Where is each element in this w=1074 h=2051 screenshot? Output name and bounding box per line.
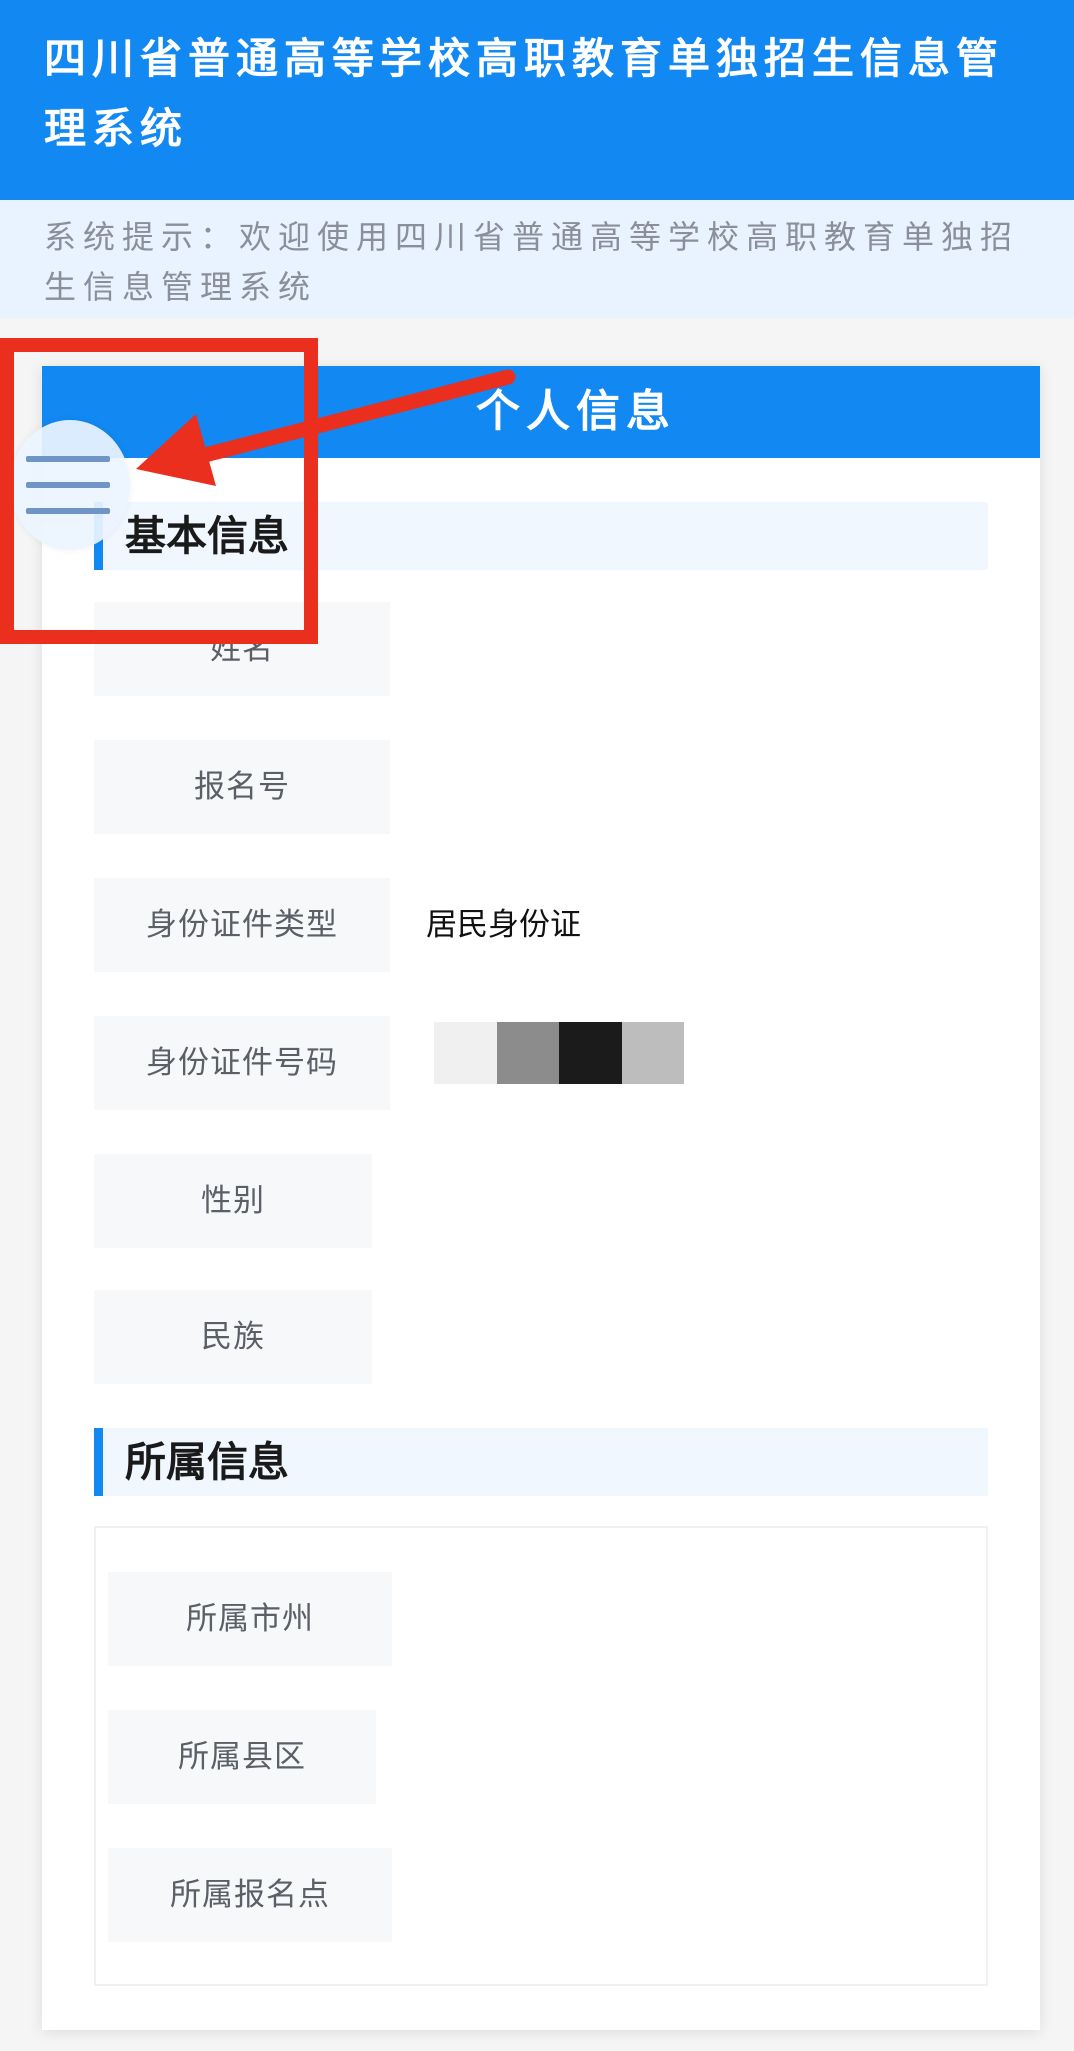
card-title: 个人信息	[476, 386, 676, 437]
system-notice-bar: 系统提示：欢迎使用四川省普通高等学校高职教育单独招生信息管理系统	[0, 200, 1074, 318]
field-label-id-number: 身份证件号码	[94, 1016, 390, 1110]
field-label-city: 所属市州	[108, 1572, 392, 1666]
field-label-id-type: 身份证件类型	[94, 878, 390, 972]
field-label-registration-no: 报名号	[94, 740, 390, 834]
app-header: 四川省普通高等学校高职教育单独招生信息管理系统	[0, 0, 1074, 200]
personal-info-card: 个人信息 基本信息 姓名 报名号 身份证件类型 居民身份证 身份证件号码 性别 …	[42, 366, 1040, 2030]
system-notice-text: 系统提示：欢迎使用四川省普通高等学校高职教育单独招生信息管理系统	[44, 218, 1020, 306]
field-value-id-type: 居民身份证	[426, 907, 581, 943]
system-title: 四川省普通高等学校高职教育单独招生信息管理系统	[44, 34, 1005, 153]
field-label-registration-site: 所属报名点	[108, 1848, 392, 1942]
id-number-mosaic	[434, 1022, 684, 1084]
field-label-county: 所属县区	[108, 1710, 376, 1804]
section-title-belong: 所属信息	[125, 1438, 289, 1486]
belong-info-box: 所属市州 所属县区 所属报名点	[94, 1526, 988, 1986]
field-label-name: 姓名	[94, 602, 390, 696]
field-label-gender: 性别	[94, 1154, 372, 1248]
hamburger-menu-button[interactable]	[10, 420, 130, 550]
section-title-basic: 基本信息	[125, 512, 289, 560]
card-header: 个人信息	[42, 366, 1040, 458]
field-label-ethnicity: 民族	[94, 1290, 372, 1384]
section-header-belong: 所属信息	[94, 1428, 988, 1496]
section-header-basic: 基本信息	[94, 502, 988, 570]
